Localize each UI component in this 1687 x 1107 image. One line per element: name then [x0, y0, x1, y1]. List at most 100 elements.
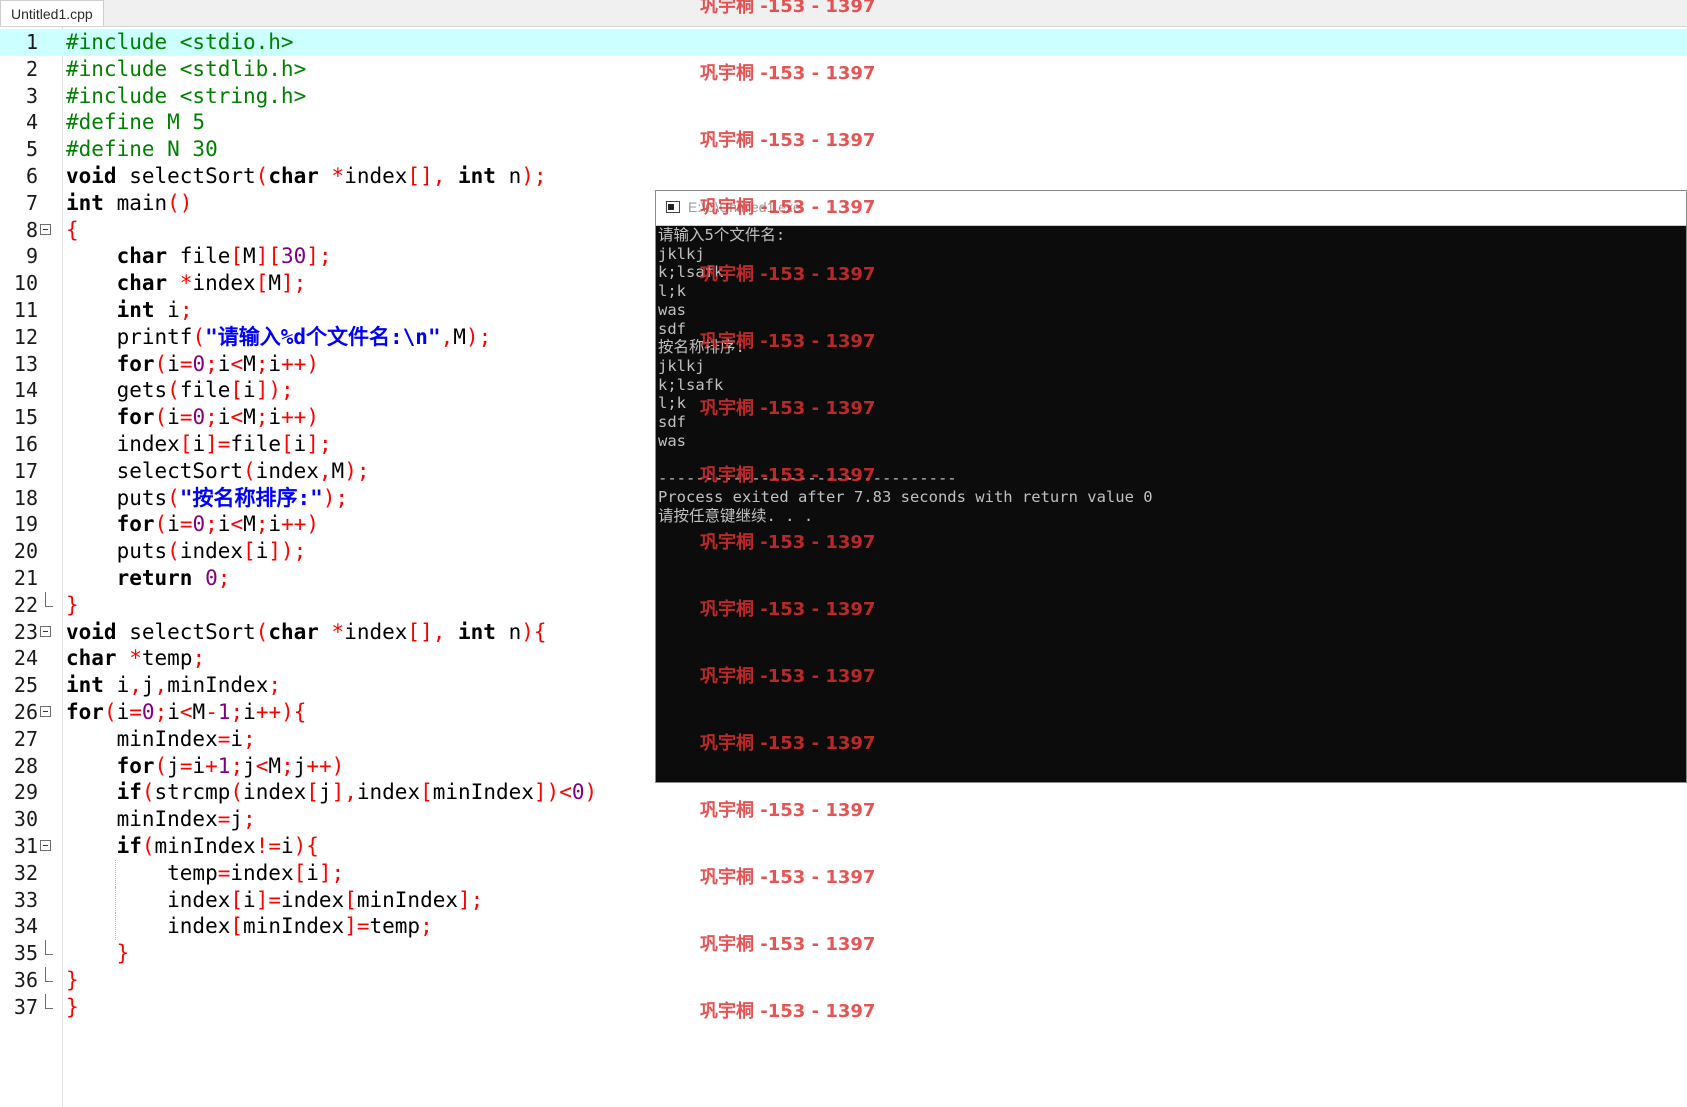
line-number: 13 — [13, 351, 38, 376]
code-token: [], — [407, 619, 446, 644]
code-text: if(minIndex!=i){ — [66, 833, 319, 860]
code-token: < — [179, 700, 193, 724]
code-token: ( — [255, 164, 269, 188]
code-token: M — [243, 405, 256, 430]
code-token: i — [217, 512, 231, 537]
code-token: char — [66, 646, 117, 671]
code-token: minIndex — [243, 914, 345, 939]
line-number: 17 — [13, 458, 38, 483]
code-line[interactable]: 33 index[i]=index[minIndex]; — [0, 886, 1687, 914]
line-number: 5 — [25, 137, 38, 162]
code-line[interactable]: 36} — [0, 967, 1687, 994]
code-token: printf — [66, 324, 193, 349]
line-number: 29 — [13, 780, 38, 805]
code-token: ); — [344, 458, 370, 483]
code-token: strcmp — [154, 780, 231, 805]
code-token: index — [66, 432, 180, 456]
code-token: ]= — [255, 887, 281, 912]
code-line[interactable]: 3 #include <string.h> — [0, 83, 1687, 110]
code-text: minIndex=i; — [66, 726, 256, 753]
code-token: ; — [255, 351, 269, 376]
line-number: 9 — [25, 244, 38, 269]
code-token: minIndex — [356, 887, 459, 912]
watermark-text: 巩宇桐 -153 - 1397 — [700, 197, 876, 218]
code-token: * — [179, 271, 193, 296]
fold-collapse-icon[interactable] — [40, 223, 51, 235]
code-token: M — [243, 244, 256, 269]
code-line[interactable]: 1 #include <stdio.h> — [0, 29, 1687, 56]
code-token: != — [255, 834, 281, 858]
code-token: ( — [103, 700, 117, 724]
code-token: ; — [205, 405, 218, 430]
watermark-text: 巩宇桐 -153 - 1397 — [700, 63, 876, 84]
code-token: ; — [192, 646, 206, 671]
line-number: 20 — [13, 539, 38, 564]
code-token: 1 — [217, 700, 231, 724]
code-token: ; — [154, 700, 168, 724]
code-token: , — [129, 673, 142, 698]
code-token: int — [458, 619, 496, 644]
line-number: 14 — [13, 378, 38, 403]
code-text: #include <stdlib.h> — [66, 56, 306, 83]
line-number: 4 — [25, 110, 38, 135]
code-token: ])< — [533, 780, 572, 805]
code-token: , — [440, 324, 454, 349]
code-text: minIndex=j; — [66, 806, 256, 833]
code-token: < — [255, 753, 269, 778]
code-text: index[minIndex]=temp; — [66, 913, 433, 940]
code-text: printf("请输入%d个文件名:\n",M); — [66, 324, 492, 351]
fold-collapse-icon[interactable] — [40, 706, 51, 717]
code-token: for — [116, 405, 155, 430]
code-token: ); — [322, 485, 349, 510]
code-token: if — [116, 834, 142, 858]
code-token: [ — [230, 378, 244, 403]
code-text: void selectSort(char *index[], int n); — [66, 163, 547, 190]
fold-collapse-icon[interactable] — [40, 625, 51, 637]
watermark-text: 巩宇桐 -153 - 1397 — [700, 264, 876, 285]
tab-untitled1[interactable]: Untitled1.cpp — [0, 0, 104, 26]
code-token: temp — [369, 914, 421, 939]
code-token: ++) — [306, 753, 345, 778]
code-token: i — [103, 673, 130, 698]
code-token: ( — [230, 780, 244, 805]
code-token: i — [167, 405, 180, 430]
code-token: index — [179, 539, 244, 564]
watermark-text: 巩宇桐 -153 - 1397 — [700, 331, 876, 352]
code-token: [ — [306, 780, 319, 805]
code-text: #include <string.h> — [66, 83, 306, 110]
code-token: index — [192, 271, 256, 296]
code-token: ; — [179, 298, 193, 322]
fold-collapse-icon[interactable] — [40, 840, 51, 851]
code-line[interactable]: 31 if(minIndex!=i){ — [0, 833, 1687, 860]
line-number: 22 — [13, 592, 38, 617]
code-token: ; — [281, 753, 294, 778]
line-number: 7 — [25, 190, 38, 215]
code-token: = — [129, 700, 142, 724]
fold-end-marker — [45, 967, 53, 982]
code-token: "按名称排序:" — [179, 485, 323, 510]
code-token: [ — [243, 539, 256, 564]
line-number: 28 — [13, 753, 38, 778]
line-number: 24 — [13, 646, 38, 671]
code-token: i — [167, 512, 180, 537]
code-token: i — [167, 700, 180, 724]
code-text: } — [66, 967, 79, 994]
code-token: file — [167, 244, 231, 269]
code-text: #define N 30 — [66, 136, 218, 163]
code-token: ++){ — [255, 700, 307, 724]
code-token: i — [243, 887, 256, 912]
code-token: < — [230, 512, 244, 537]
code-line[interactable]: 6 void selectSort(char *index[], int n); — [0, 163, 1687, 190]
code-token: gets — [66, 378, 168, 403]
code-token: ++) — [281, 405, 320, 430]
code-text: } — [66, 994, 79, 1021]
line-number: 37 — [13, 994, 38, 1019]
code-token: void — [66, 619, 117, 644]
code-token: return — [116, 566, 193, 590]
code-token: i — [192, 753, 206, 778]
